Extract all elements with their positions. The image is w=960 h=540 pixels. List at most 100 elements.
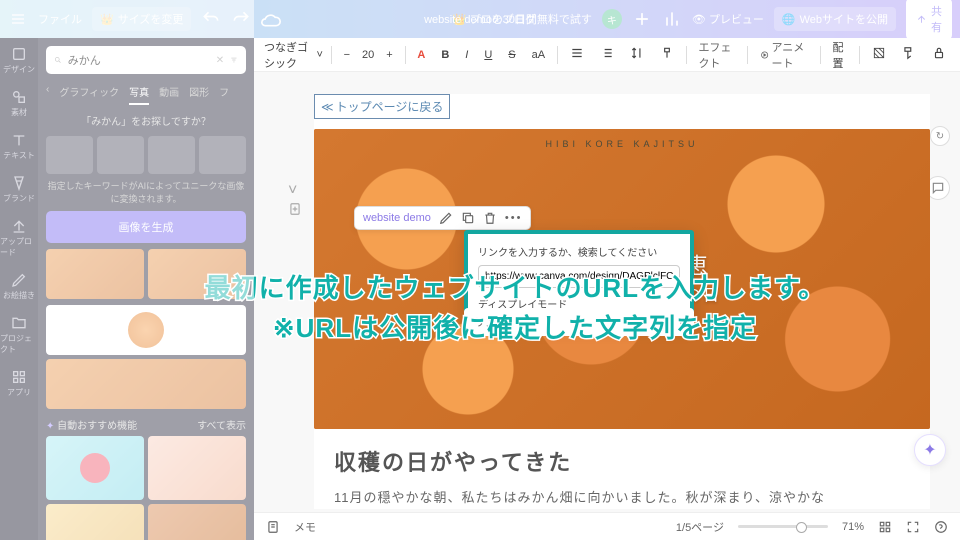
vertical-text-button[interactable] bbox=[656, 44, 678, 65]
tab-videos[interactable]: 動画 bbox=[159, 84, 179, 105]
rail-apps[interactable]: アプリ bbox=[7, 369, 31, 398]
article-body[interactable]: 11月の穏やかな朝、私たちはみかん畑に向かいました。秋が深まり、涼やかな bbox=[334, 487, 910, 509]
analytics-icon[interactable] bbox=[662, 9, 682, 29]
rail-elements[interactable]: 素材 bbox=[11, 89, 27, 118]
top-bar: ファイル 👑サイズを変更 website demoのブログ 👑 プロを30日間無… bbox=[0, 0, 960, 38]
zoom-value: 71% bbox=[842, 521, 864, 533]
spacing-button[interactable] bbox=[626, 44, 648, 65]
result-thumb[interactable] bbox=[46, 249, 144, 299]
generate-image-button[interactable]: 画像を生成 bbox=[46, 211, 246, 243]
recommend-header: ✦ 自動おすすめ機能 すべて表示 bbox=[46, 417, 246, 432]
rail-text[interactable]: テキスト bbox=[3, 132, 35, 161]
ai-assist-button[interactable]: ✦ bbox=[914, 434, 946, 466]
edit-icon[interactable] bbox=[439, 211, 453, 225]
more-icon[interactable]: ••• bbox=[505, 212, 523, 224]
page-refresh-icon[interactable]: ↻ bbox=[930, 126, 950, 146]
font-size-value[interactable]: 20 bbox=[362, 49, 374, 61]
tab-photos[interactable]: 写真 bbox=[129, 84, 149, 105]
editor-area: つなぎゴシック ˅ − 20 + A B I U S aA エフェクト アニメー… bbox=[254, 38, 960, 540]
case-button[interactable]: aA bbox=[528, 47, 549, 63]
recommend-thumb[interactable] bbox=[148, 504, 246, 540]
back-link[interactable]: トップページに戻る bbox=[314, 94, 450, 119]
text-color-button[interactable]: A bbox=[413, 47, 429, 63]
recommend-thumb[interactable] bbox=[46, 436, 144, 500]
notes-icon[interactable] bbox=[266, 520, 280, 534]
add-icon[interactable] bbox=[632, 9, 652, 29]
rail-projects[interactable]: プロジェクト bbox=[0, 315, 38, 355]
resize-button[interactable]: 👑サイズを変更 bbox=[92, 7, 191, 31]
sample-thumb[interactable] bbox=[199, 136, 246, 174]
animate-button[interactable]: アニメート bbox=[756, 37, 812, 73]
position-button[interactable]: 配置 bbox=[829, 37, 852, 73]
bold-button[interactable]: B bbox=[437, 47, 453, 63]
avatar[interactable]: キ bbox=[602, 9, 622, 29]
font-family-select[interactable]: つなぎゴシック ˅ bbox=[264, 39, 323, 71]
effects-button[interactable]: エフェクト bbox=[694, 37, 739, 73]
see-all-link[interactable]: すべて表示 bbox=[197, 417, 246, 432]
fullscreen-icon[interactable] bbox=[906, 520, 920, 534]
side-panel: ✕ ‹ グラフィック 写真 動画 図形 フ 「みかん」をお探しですか？ 指定した… bbox=[38, 38, 254, 540]
underline-button[interactable]: U bbox=[480, 47, 496, 63]
collapse-page-icon[interactable]: ˅ bbox=[288, 182, 297, 200]
copy-style-icon[interactable] bbox=[898, 44, 920, 65]
recommend-thumb[interactable] bbox=[148, 436, 246, 500]
link-instruction: リンクを入力するか、検索してください bbox=[478, 244, 680, 259]
result-grid bbox=[46, 249, 246, 299]
font-size-plus[interactable]: + bbox=[382, 47, 396, 63]
banner-logo-text: HIBI KORE KAJITSU bbox=[545, 139, 698, 149]
add-page-icon[interactable] bbox=[288, 202, 302, 221]
rail-draw[interactable]: お絵描き bbox=[3, 272, 35, 301]
article: 収穫の日がやってきた 11月の穏やかな朝、私たちはみかん畑に向かいました。秋が深… bbox=[314, 445, 930, 509]
menu-icon[interactable] bbox=[8, 9, 28, 29]
result-thumb-wide[interactable] bbox=[46, 359, 246, 409]
search-icon bbox=[54, 53, 62, 67]
canvas-area[interactable]: ˅ ↻ トップページに戻る HIBI KORE KAJITSU みかん 自然の恵… bbox=[254, 72, 960, 512]
article-heading[interactable]: 収穫の日がやってきた bbox=[334, 445, 910, 477]
strikethrough-button[interactable]: S bbox=[504, 47, 519, 63]
result-thumb[interactable] bbox=[148, 249, 246, 299]
publish-site-button[interactable]: 🌐 Webサイトを公開 bbox=[774, 7, 896, 31]
italic-button[interactable]: I bbox=[461, 47, 472, 63]
cloud-sync-icon[interactable] bbox=[261, 9, 281, 29]
help-icon[interactable] bbox=[934, 520, 948, 534]
grid-view-icon[interactable] bbox=[878, 520, 892, 534]
filter-icon[interactable] bbox=[230, 53, 238, 67]
zoom-slider[interactable] bbox=[738, 525, 828, 528]
redo-icon[interactable] bbox=[231, 9, 251, 29]
search-input-wrapper: ✕ bbox=[46, 46, 246, 74]
project-title[interactable]: website demoのブログ bbox=[424, 11, 536, 27]
search-input[interactable] bbox=[68, 54, 210, 66]
notes-label[interactable]: メモ bbox=[294, 519, 316, 535]
lock-icon[interactable] bbox=[928, 44, 950, 65]
tab-more[interactable]: フ bbox=[219, 84, 229, 105]
page-indicator[interactable]: 1/5ページ bbox=[676, 519, 724, 535]
copy-icon[interactable] bbox=[461, 211, 475, 225]
tabs-prev-icon[interactable]: ‹ bbox=[46, 84, 49, 105]
display-mode-select[interactable]: リンク ˅ bbox=[464, 308, 694, 336]
sample-thumb[interactable] bbox=[148, 136, 195, 174]
left-rail: デザイン 素材 テキスト ブランド アップロード お絵描き プロジェクト アプリ bbox=[0, 38, 38, 540]
tab-graphics[interactable]: グラフィック bbox=[59, 84, 119, 105]
rail-design[interactable]: デザイン bbox=[3, 46, 35, 75]
delete-icon[interactable] bbox=[483, 211, 497, 225]
ai-description: 指定したキーワードがAIによってユニークな画像に変換されます。 bbox=[46, 180, 246, 205]
selection-label[interactable]: website demo bbox=[363, 212, 431, 224]
font-size-minus[interactable]: − bbox=[340, 47, 354, 63]
sample-thumb[interactable] bbox=[46, 136, 93, 174]
preview-button[interactable]: 👁 プレビュー bbox=[692, 11, 764, 27]
transparency-icon[interactable] bbox=[868, 44, 890, 65]
tab-shapes[interactable]: 図形 bbox=[189, 84, 209, 105]
clear-search-icon[interactable]: ✕ bbox=[216, 55, 224, 66]
ai-prompt-question: 「みかん」をお探しですか？ bbox=[46, 113, 246, 128]
rail-upload[interactable]: アップロード bbox=[0, 218, 38, 258]
file-menu[interactable]: ファイル bbox=[38, 11, 82, 27]
list-button[interactable] bbox=[596, 44, 618, 65]
result-thumb-wide[interactable] bbox=[46, 305, 246, 355]
recommend-thumb[interactable] bbox=[46, 504, 144, 540]
sample-thumb[interactable] bbox=[97, 136, 144, 174]
share-button[interactable]: 共有 bbox=[906, 0, 952, 40]
rail-brand[interactable]: ブランド bbox=[3, 175, 35, 204]
align-button[interactable] bbox=[566, 44, 588, 65]
undo-icon[interactable] bbox=[201, 9, 221, 29]
link-url-input[interactable] bbox=[478, 265, 680, 288]
